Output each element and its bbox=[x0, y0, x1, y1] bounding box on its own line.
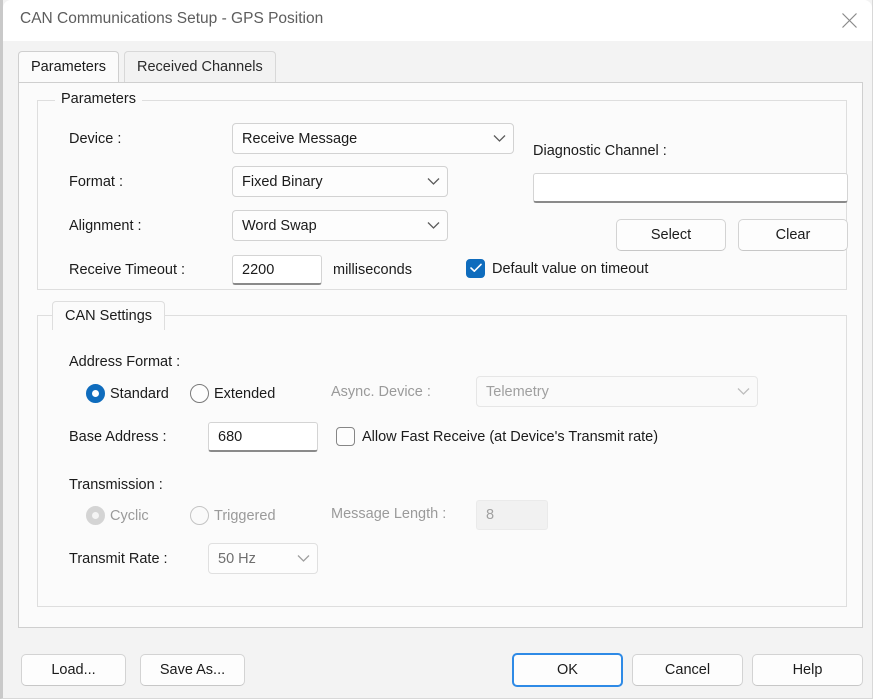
transmit-rate-combobox-value: 50 Hz bbox=[209, 551, 289, 567]
radio-indicator bbox=[86, 506, 105, 525]
device-combobox-value: Receive Message bbox=[233, 131, 485, 147]
can-settings-groupbox: CAN Settings Address Format : Standard E… bbox=[37, 315, 847, 607]
radio-address-format-standard-label: Standard bbox=[110, 386, 169, 402]
load-button-label: Load... bbox=[51, 662, 95, 678]
checkbox-box bbox=[336, 427, 355, 446]
close-icon bbox=[841, 12, 858, 29]
chevron-down-icon bbox=[419, 221, 447, 230]
receive-timeout-label: Receive Timeout : bbox=[69, 262, 185, 278]
ok-button-label: OK bbox=[557, 662, 578, 678]
checkmark-icon bbox=[470, 261, 482, 277]
radio-indicator bbox=[190, 384, 209, 403]
receive-timeout-units-label: milliseconds bbox=[333, 262, 412, 278]
transmit-rate-combobox[interactable]: 50 Hz bbox=[208, 543, 318, 574]
help-button[interactable]: Help bbox=[752, 654, 863, 686]
load-button[interactable]: Load... bbox=[21, 654, 126, 686]
radio-indicator bbox=[190, 506, 209, 525]
chevron-down-icon bbox=[485, 134, 513, 143]
base-address-input[interactable]: 680 bbox=[208, 422, 318, 452]
async-device-combobox-value: Telemetry bbox=[477, 384, 729, 400]
dialog-window: CAN Communications Setup - GPS Position … bbox=[0, 0, 873, 699]
parameters-groupbox-legend: Parameters bbox=[55, 91, 142, 107]
close-button[interactable] bbox=[826, 0, 872, 41]
format-combobox[interactable]: Fixed Binary bbox=[232, 166, 448, 197]
tab-strip: Parameters Received Channels bbox=[3, 41, 872, 83]
save-as-button[interactable]: Save As... bbox=[140, 654, 245, 686]
dialog-footer: Load... Save As... OK Cancel Help bbox=[3, 628, 873, 699]
default-value-on-timeout-label: Default value on timeout bbox=[492, 261, 648, 277]
diagnostic-channel-input[interactable] bbox=[533, 173, 848, 203]
tab-parameters[interactable]: Parameters bbox=[18, 51, 119, 82]
alignment-label: Alignment : bbox=[69, 218, 142, 234]
diagnostic-channel-label: Diagnostic Channel : bbox=[533, 143, 667, 159]
select-button[interactable]: Select bbox=[616, 219, 726, 251]
alignment-combobox-value: Word Swap bbox=[233, 218, 419, 234]
default-value-on-timeout-checkbox[interactable]: Default value on timeout bbox=[466, 259, 648, 278]
radio-transmission-triggered: Triggered bbox=[190, 506, 276, 525]
base-address-label: Base Address : bbox=[69, 429, 167, 445]
can-settings-groupbox-legend: CAN Settings bbox=[52, 301, 165, 330]
device-label: Device : bbox=[69, 131, 121, 147]
allow-fast-receive-checkbox[interactable]: Allow Fast Receive (at Device's Transmit… bbox=[336, 427, 658, 446]
select-button-label: Select bbox=[651, 227, 691, 243]
window-title: CAN Communications Setup - GPS Position bbox=[20, 10, 323, 28]
allow-fast-receive-label: Allow Fast Receive (at Device's Transmit… bbox=[362, 429, 658, 445]
tab-received-channels-label: Received Channels bbox=[137, 59, 263, 75]
clear-button-label: Clear bbox=[776, 227, 811, 243]
format-combobox-value: Fixed Binary bbox=[233, 174, 419, 190]
ok-button[interactable]: OK bbox=[512, 653, 623, 687]
radio-address-format-standard[interactable]: Standard bbox=[86, 384, 169, 403]
checkbox-box bbox=[466, 259, 485, 278]
radio-address-format-extended-label: Extended bbox=[214, 386, 275, 402]
address-format-label: Address Format : bbox=[69, 354, 180, 370]
tab-received-channels[interactable]: Received Channels bbox=[124, 51, 276, 82]
chevron-down-icon bbox=[289, 554, 317, 563]
radio-indicator bbox=[86, 384, 105, 403]
tab-parameters-label: Parameters bbox=[31, 59, 106, 75]
save-as-button-label: Save As... bbox=[160, 662, 225, 678]
format-label: Format : bbox=[69, 174, 123, 190]
tab-panel-parameters: Parameters Device : Receive Message Form… bbox=[18, 82, 863, 628]
radio-address-format-extended[interactable]: Extended bbox=[190, 384, 275, 403]
cancel-button-label: Cancel bbox=[665, 662, 710, 678]
message-length-input: 8 bbox=[476, 500, 548, 530]
receive-timeout-input[interactable]: 2200 bbox=[232, 255, 322, 285]
radio-transmission-cyclic: Cyclic bbox=[86, 506, 149, 525]
clear-button[interactable]: Clear bbox=[738, 219, 848, 251]
alignment-combobox[interactable]: Word Swap bbox=[232, 210, 448, 241]
radio-transmission-cyclic-label: Cyclic bbox=[110, 508, 149, 524]
message-length-label: Message Length : bbox=[331, 506, 446, 522]
chevron-down-icon bbox=[419, 177, 447, 186]
chevron-down-icon bbox=[729, 387, 757, 396]
transmit-rate-label: Transmit Rate : bbox=[69, 551, 168, 567]
transmission-label: Transmission : bbox=[69, 477, 163, 493]
cancel-button[interactable]: Cancel bbox=[632, 654, 743, 686]
async-device-combobox: Telemetry bbox=[476, 376, 758, 407]
async-device-label: Async. Device : bbox=[331, 384, 431, 400]
can-settings-legend-label: CAN Settings bbox=[65, 308, 152, 324]
help-button-label: Help bbox=[793, 662, 823, 678]
device-combobox[interactable]: Receive Message bbox=[232, 123, 514, 154]
parameters-groupbox: Parameters Device : Receive Message Form… bbox=[37, 100, 847, 290]
title-bar: CAN Communications Setup - GPS Position bbox=[3, 0, 872, 41]
radio-transmission-triggered-label: Triggered bbox=[214, 508, 276, 524]
